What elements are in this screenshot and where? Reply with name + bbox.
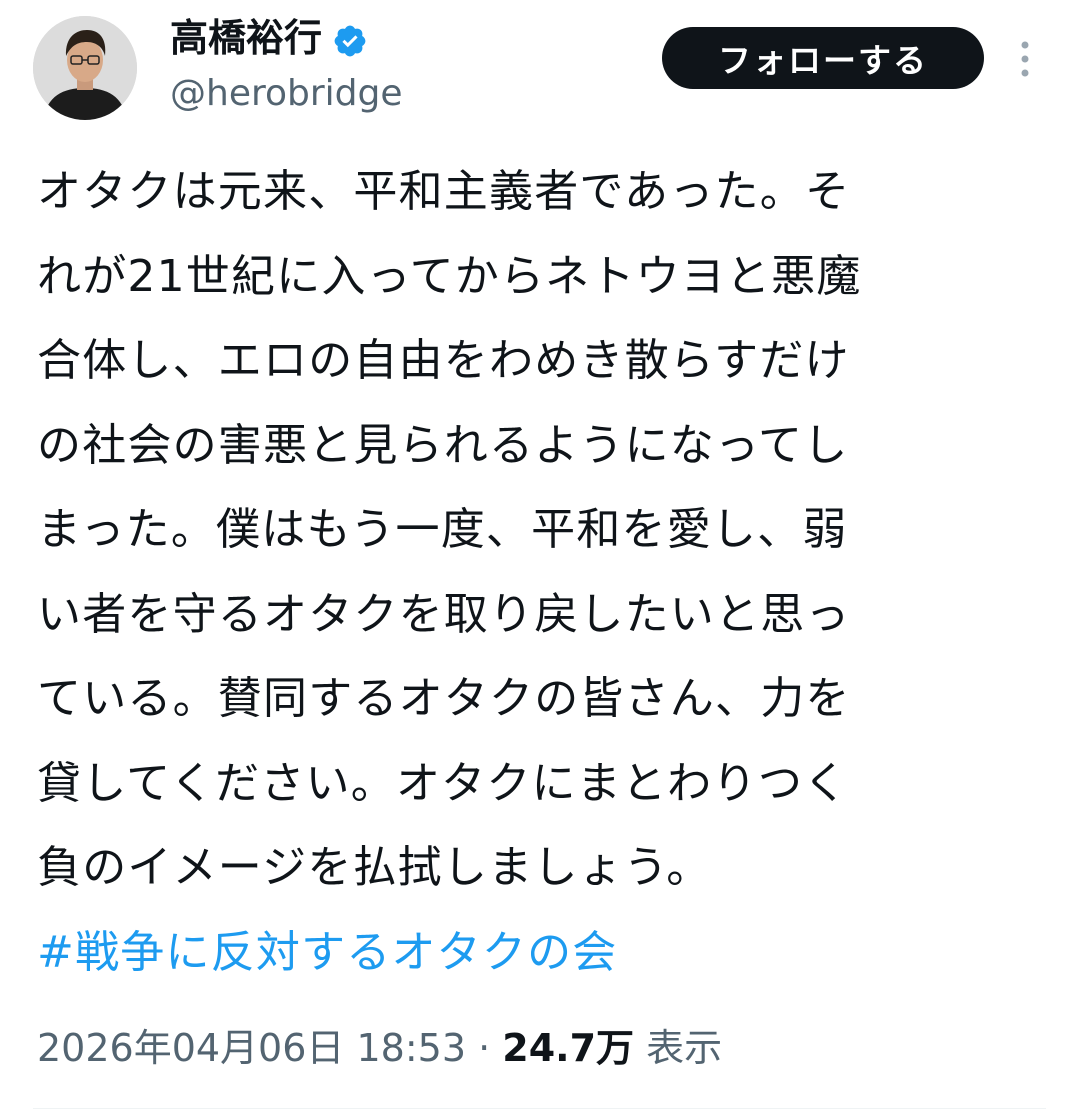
tweet-text-line: オタクは元来、平和主義者であった。そ: [37, 166, 851, 217]
author-name-row[interactable]: 高橋裕行: [170, 12, 368, 64]
meta-separator: ·: [466, 1026, 503, 1070]
hashtag-link[interactable]: #戦争に反対するオタクの会: [37, 911, 1027, 996]
tweet-text: オタクは元来、平和主義者であった。そ れが21世紀に入ってからネトウヨと悪魔 合…: [37, 150, 1027, 995]
views-count[interactable]: 24.7万: [502, 1026, 634, 1070]
tweet-text-line: ている。賛同するオタクの皆さん、力を: [37, 673, 851, 724]
verified-badge-icon[interactable]: [332, 20, 368, 57]
timestamp-link[interactable]: 2026年04月06日 18:53: [37, 1026, 466, 1070]
views-label: 表示: [634, 1026, 723, 1070]
follow-button[interactable]: フォローする: [662, 27, 984, 89]
tweet-text-line: 負のイメージを払拭しましょう。: [37, 842, 712, 893]
avatar[interactable]: [33, 16, 137, 120]
tweet-text-line: の社会の害悪と見られるようになってし: [37, 419, 849, 471]
tweet-text-line: まった。僕はもう一度、平和を愛し、弱: [37, 504, 848, 555]
author-handle[interactable]: @herobridge: [170, 70, 403, 118]
more-vertical-icon[interactable]: [1012, 38, 1038, 80]
author-display-name[interactable]: 高橋裕行: [170, 12, 322, 64]
avatar-image: [33, 16, 137, 120]
tweet-text-line: い者を守るオタクを取り戻したいと思っ: [37, 588, 851, 640]
divider: [33, 1108, 1046, 1109]
tweet-text-line: 貸してください。オタクにまとわりつく: [37, 757, 849, 809]
tweet-meta: 2026年04月06日 18:53 · 24.7万 表示: [37, 1018, 722, 1078]
tweet-text-line: 合体し、エロの自由をわめき散らすだけ: [37, 335, 850, 386]
tweet-text-line: れが21世紀に入ってからネトウヨと悪魔: [37, 250, 862, 302]
tweet: 高橋裕行 @herobridge フォローする オタクは元来、平和主義者であった…: [0, 0, 1079, 1114]
